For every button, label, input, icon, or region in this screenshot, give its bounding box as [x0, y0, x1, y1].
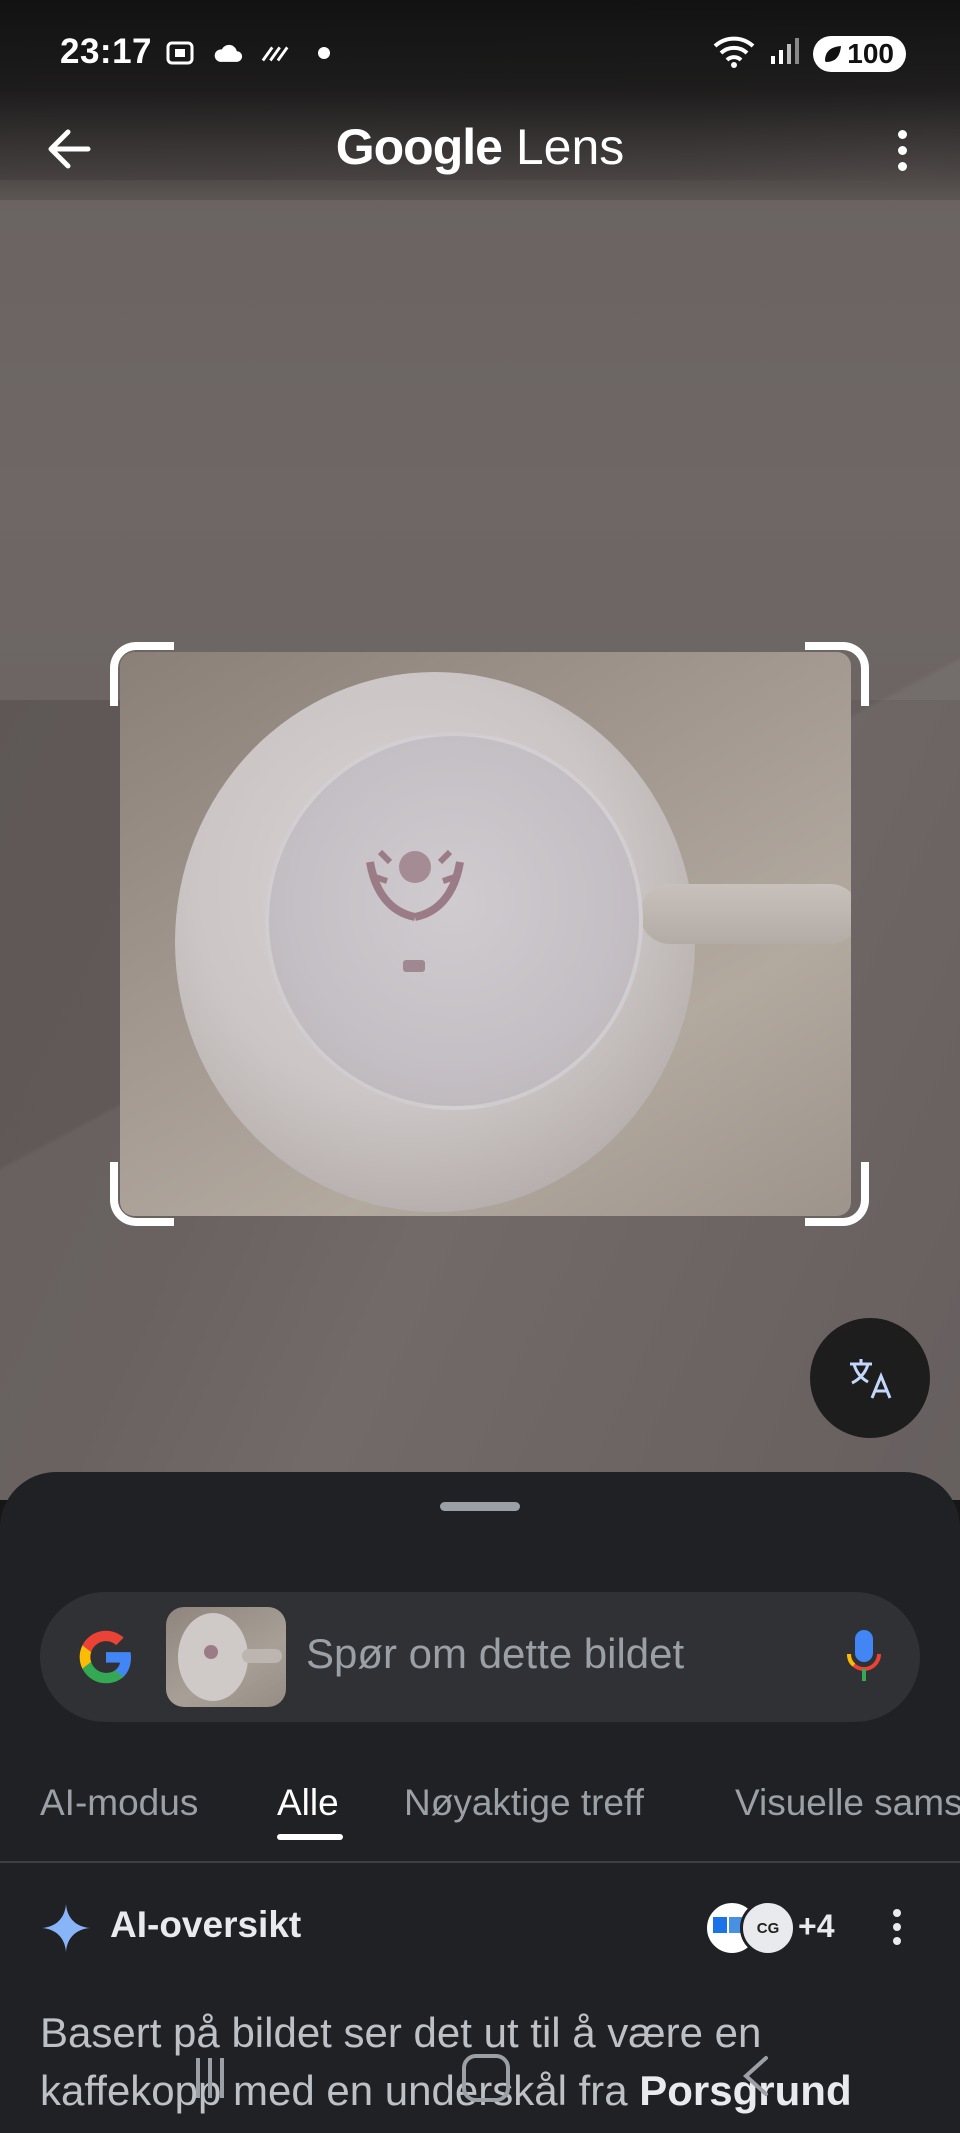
tab-ai-mode[interactable]: AI-modus: [40, 1782, 198, 1824]
battery-leaf-icon: [825, 45, 842, 62]
tab-exact-matches[interactable]: Nøyaktige treff: [404, 1782, 644, 1824]
dot-icon: [309, 38, 339, 68]
status-icons-left: [165, 38, 339, 68]
sparkle-icon: [42, 1904, 90, 1952]
query-image-thumbnail[interactable]: [166, 1607, 286, 1707]
tab-visual-matches[interactable]: Visuelle sams: [735, 1782, 960, 1824]
crest-mark-image: [366, 849, 464, 921]
system-nav-bar: [0, 2040, 960, 2133]
cloud-icon: [213, 38, 243, 68]
more-vert-icon[interactable]: [892, 126, 912, 172]
crop-handle-top-left[interactable]: [110, 642, 174, 706]
wifi-icon: [713, 34, 755, 73]
app-title: Google Lens: [0, 118, 960, 176]
ai-overview-title: AI-oversikt: [110, 1904, 302, 1945]
stripes-icon: [261, 38, 291, 68]
screenshot-icon: [165, 38, 195, 68]
signal-icon: [769, 36, 800, 71]
mic-icon[interactable]: [846, 1628, 882, 1686]
result-tabs: AI-modus Alle Nøyaktige treff Visuelle s…: [0, 1762, 960, 1852]
ai-more-vert-icon[interactable]: [892, 1906, 902, 1952]
title-product: Lens: [515, 119, 625, 175]
translate-icon: [850, 1359, 892, 1399]
more-sources-count[interactable]: +4: [798, 1908, 834, 1945]
status-time: 23:17: [60, 32, 153, 71]
crop-handle-bottom-left[interactable]: [110, 1162, 174, 1226]
tab-all[interactable]: Alle: [277, 1782, 339, 1824]
battery-indicator: 100: [813, 35, 906, 72]
ai-overview-header[interactable]: AI-oversikt CG +4: [0, 1892, 960, 1972]
title-brand: Google: [335, 119, 503, 175]
selected-region[interactable]: [120, 652, 851, 1216]
sheet-drag-handle[interactable]: [440, 1502, 520, 1511]
search-bar[interactable]: Spør om dette bildet: [40, 1592, 920, 1722]
source-favicon-2: CG: [740, 1900, 796, 1956]
recents-button[interactable]: [196, 2058, 236, 2098]
crop-handle-top-right[interactable]: [805, 642, 869, 706]
number-mark-image: [403, 960, 425, 972]
source-badge-text: CG: [756, 1919, 780, 1937]
crop-handle-bottom-right[interactable]: [805, 1162, 869, 1226]
source-avatars[interactable]: CG: [704, 1900, 796, 1956]
search-input[interactable]: Spør om dette bildet: [306, 1630, 684, 1678]
translate-button[interactable]: [810, 1318, 930, 1438]
home-button[interactable]: [462, 2054, 510, 2102]
google-g-icon: [79, 1630, 131, 1684]
active-tab-indicator: [277, 1834, 343, 1840]
status-icons-right: 100: [713, 34, 906, 73]
results-sheet[interactable]: Spør om dette bildet AI-modus Alle Nøyak…: [0, 1472, 960, 2133]
battery-level: 100: [847, 37, 894, 69]
cup-handle-image: [640, 884, 851, 944]
app-bar: Google Lens: [0, 110, 960, 186]
nav-back-icon[interactable]: [736, 2054, 776, 2098]
tabs-divider: [0, 1861, 960, 1863]
status-bar: 23:17 100: [0, 28, 960, 84]
